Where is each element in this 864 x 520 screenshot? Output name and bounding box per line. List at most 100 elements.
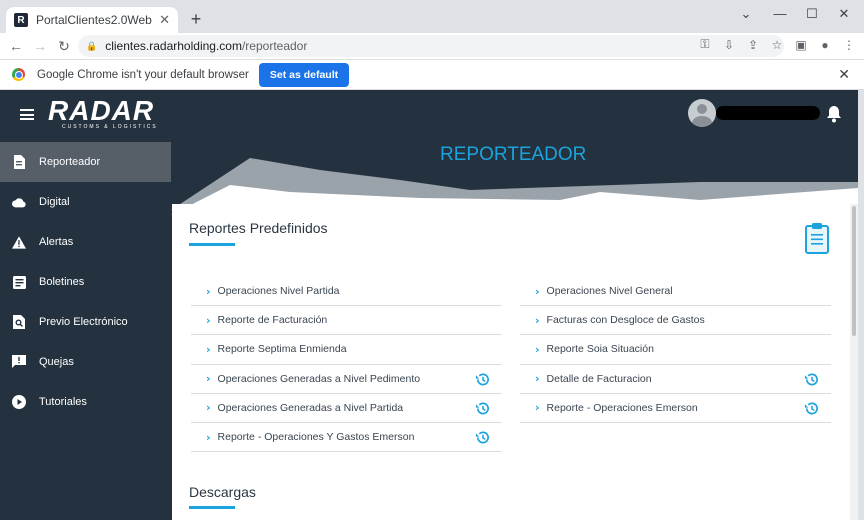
report-link[interactable]: Operaciones Nivel Partida [218, 285, 340, 297]
reports-left-column: › Operaciones Nivel Partida › Reporte de F… [191, 277, 502, 453]
warning-icon [12, 235, 26, 249]
address-bar[interactable]: 🔒 clientes.radarholding.com/reporteador [78, 35, 784, 57]
document-icon [12, 155, 26, 169]
list-item[interactable]: › Operaciones Nivel Partida [191, 277, 502, 307]
sidebar-item-label: Boletines [39, 276, 85, 288]
list-item[interactable]: › Reporte - Operaciones Emerson [520, 394, 831, 423]
chevron-right-icon: › [206, 284, 211, 298]
app-root: RADAR CUSTOMS & LOGISTICS Reporteador Di… [0, 90, 858, 520]
list-item[interactable]: › Operaciones Nivel General [520, 277, 831, 307]
chevron-right-icon: › [535, 284, 540, 298]
play-icon [12, 395, 26, 409]
url-path: /reporteador [241, 39, 308, 53]
chevron-right-icon: › [206, 313, 211, 327]
newspaper-icon [12, 275, 26, 289]
report-link[interactable]: Reporte Septima Enmienda [218, 343, 347, 355]
history-icon[interactable] [475, 372, 490, 387]
key-icon[interactable]: ⚿ [696, 37, 714, 52]
list-item[interactable]: › Facturas con Desgloce de Gastos [520, 306, 831, 336]
sidebar-item-reporteador[interactable]: Reporteador [0, 142, 171, 182]
url-text: clientes.radarholding.com/reporteador [105, 39, 307, 53]
close-infobar-icon[interactable]: ✕ [838, 66, 850, 83]
toolbar-actions: ⚿ ⇩ ⇪ ☆ ▣ ● ⋮ [696, 37, 858, 52]
history-icon[interactable] [475, 430, 490, 445]
radar-favicon-icon: R [14, 13, 28, 27]
report-link[interactable]: Reporte de Facturación [218, 314, 328, 326]
hamburger-menu-icon[interactable] [20, 109, 34, 120]
chevron-right-icon: › [206, 430, 211, 444]
star-icon[interactable]: ☆ [768, 38, 786, 52]
sidebar-item-label: Previo Electrónico [39, 316, 128, 328]
reports-card: Reportes Predefinidos › Operaciones Nivel… [172, 204, 850, 520]
sidebar-item-label: Reporteador [39, 156, 101, 168]
report-link[interactable]: Operaciones Nivel General [547, 285, 673, 297]
sidebar-item-label: Quejas [39, 356, 74, 368]
back-arrow-icon[interactable]: ← [4, 38, 28, 54]
report-link[interactable]: Reporte - Operaciones Y Gastos Emerson [218, 431, 415, 443]
browser-tab[interactable]: R PortalClientes2.0Web ✕ [6, 7, 178, 33]
menu-icon[interactable]: ⋮ [840, 38, 858, 52]
sidebar-item-tutoriales[interactable]: Tutoriales [0, 382, 171, 422]
radar-logo[interactable]: RADAR [48, 96, 154, 126]
bell-icon[interactable] [826, 105, 842, 123]
report-link[interactable]: Reporte Soia Situación [547, 343, 654, 355]
list-item[interactable]: › Reporte Soia Situación [520, 335, 831, 365]
reports-right-column: › Operaciones Nivel General › Facturas con… [520, 277, 831, 423]
tab-title: PortalClientes2.0Web [36, 13, 152, 27]
sidebar-item-alertas[interactable]: Alertas [0, 222, 171, 262]
list-item[interactable]: › Detalle de Facturacion [520, 365, 831, 394]
sidebar-item-boletines[interactable]: Boletines [0, 262, 171, 302]
list-item[interactable]: › Reporte - Operaciones Y Gastos Emerson [191, 423, 502, 453]
report-link[interactable]: Operaciones Generadas a Nivel Partida [218, 402, 404, 414]
chevron-right-icon: › [206, 372, 211, 386]
history-icon[interactable] [804, 372, 819, 387]
lock-icon[interactable]: 🔒 [86, 41, 97, 52]
sidebar-item-label: Tutoriales [39, 396, 87, 408]
page-scrollbar[interactable] [850, 204, 858, 520]
sidebar-item-digital[interactable]: Digital [0, 182, 171, 222]
url-host: clientes.radarholding.com [105, 39, 242, 53]
chevron-right-icon: › [206, 401, 211, 415]
sidebar-item-quejas[interactable]: Quejas [0, 342, 171, 382]
page-title: REPORTEADOR [440, 144, 587, 165]
sidebar: Reporteador Digital Alertas Boletines Pr… [0, 142, 171, 520]
history-icon[interactable] [804, 401, 819, 416]
tab-search-chevron-icon[interactable]: ⌄ [736, 6, 756, 22]
sidebar-item-label: Digital [39, 196, 70, 208]
report-link[interactable]: Operaciones Generadas a Nivel Pedimento [218, 373, 421, 385]
tab-strip: R PortalClientes2.0Web ✕ + ⌄ — ☐ ✕ [0, 0, 864, 33]
share-icon[interactable]: ⇪ [744, 38, 762, 52]
list-item[interactable]: › Reporte Septima Enmienda [191, 335, 502, 365]
report-link[interactable]: Reporte - Operaciones Emerson [547, 402, 698, 414]
list-item[interactable]: › Reporte de Facturación [191, 306, 502, 336]
report-link[interactable]: Facturas con Desgloce de Gastos [547, 314, 705, 326]
descargas-heading: Descargas [189, 484, 256, 500]
reportes-predefinidos-heading: Reportes Predefinidos [189, 220, 328, 236]
list-item[interactable]: › Operaciones Generadas a Nivel Pedimento [191, 365, 502, 394]
reload-icon[interactable]: ↻ [52, 38, 76, 55]
sidebar-icon[interactable]: ▣ [792, 38, 810, 52]
report-link[interactable]: Detalle de Facturacion [547, 373, 652, 385]
user-avatar[interactable] [688, 99, 716, 127]
cloud-icon [12, 195, 26, 209]
chevron-right-icon: › [535, 372, 540, 386]
infobar-text: Google Chrome isn't your default browser [37, 68, 249, 81]
search-document-icon [12, 315, 26, 329]
scrollbar-thumb[interactable] [852, 206, 856, 336]
feedback-icon [12, 355, 26, 369]
history-icon[interactable] [475, 401, 490, 416]
chevron-right-icon: › [206, 342, 211, 356]
heading-underline [189, 243, 235, 246]
profile-icon[interactable]: ● [816, 38, 834, 52]
set-as-default-button[interactable]: Set as default [258, 62, 350, 87]
list-item[interactable]: › Operaciones Generadas a Nivel Partida [191, 394, 502, 423]
forward-arrow-icon[interactable]: → [28, 38, 52, 54]
sidebar-item-previo-electronico[interactable]: Previo Electrónico [0, 302, 171, 342]
minimize-icon[interactable]: — [770, 6, 790, 21]
install-icon[interactable]: ⇩ [720, 38, 738, 52]
new-tab-button[interactable]: + [186, 9, 206, 30]
close-tab-icon[interactable]: ✕ [159, 12, 170, 28]
close-window-icon[interactable]: ✕ [834, 6, 854, 22]
maximize-icon[interactable]: ☐ [802, 6, 822, 22]
clipboard-icon[interactable] [804, 222, 830, 254]
